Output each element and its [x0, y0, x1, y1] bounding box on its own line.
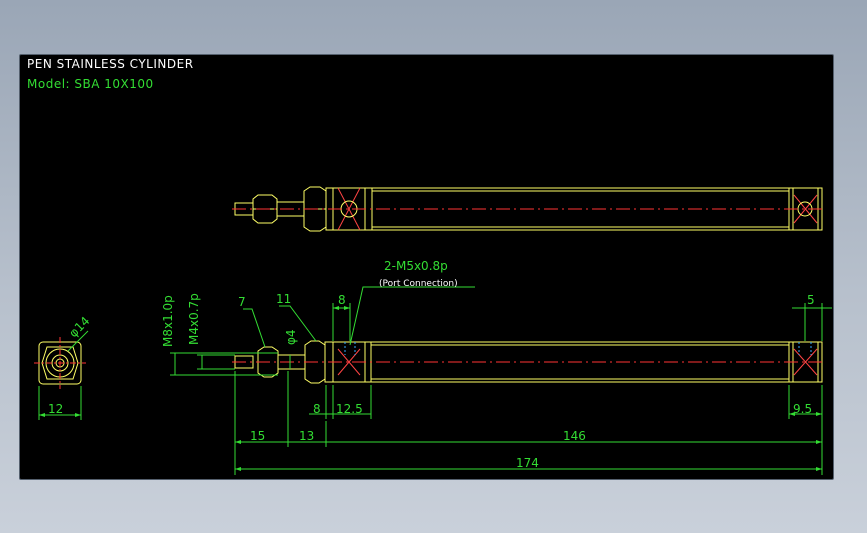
end-view	[34, 337, 86, 389]
dim-end-width: 12	[48, 402, 63, 416]
dim-port-position: 8	[338, 293, 346, 307]
dim-nut-length: 13	[299, 429, 314, 443]
dim-rod-extension: 15	[250, 429, 265, 443]
dim-rear-port: 5	[807, 293, 815, 307]
dim-end-diameter: φ14	[66, 314, 92, 340]
dim-rear-length: 9.5	[793, 402, 812, 416]
dimension-arrows	[39, 306, 822, 471]
dim-body-length: 146	[563, 429, 586, 443]
hidden-ports	[344, 342, 812, 355]
leader-11-label: 11	[276, 292, 291, 306]
port-spec-label: 2-M5x0.8p	[384, 259, 448, 273]
dim-rod-thread: M8x1.0p	[161, 295, 175, 347]
dim-head-length: 8	[313, 402, 321, 416]
dim-total-length: 174	[516, 456, 539, 470]
dim-rod-diameter: φ4	[284, 329, 298, 345]
leader-7-label: 7	[238, 295, 246, 309]
cad-drawing: 12 φ14 M8x1.0p M4x0.7p φ4 7 11 8 2-M5x0.…	[34, 186, 832, 475]
dim-port-offset: 12.5	[336, 402, 363, 416]
dimension-lines	[38, 286, 832, 475]
dim-tip-thread: M4x0.7p	[187, 293, 201, 345]
cad-viewport[interactable]: PEN STAINLESS CYLINDER Model: SBA 10X100	[19, 54, 834, 480]
port-note-label: (Port Connection)	[379, 279, 458, 289]
